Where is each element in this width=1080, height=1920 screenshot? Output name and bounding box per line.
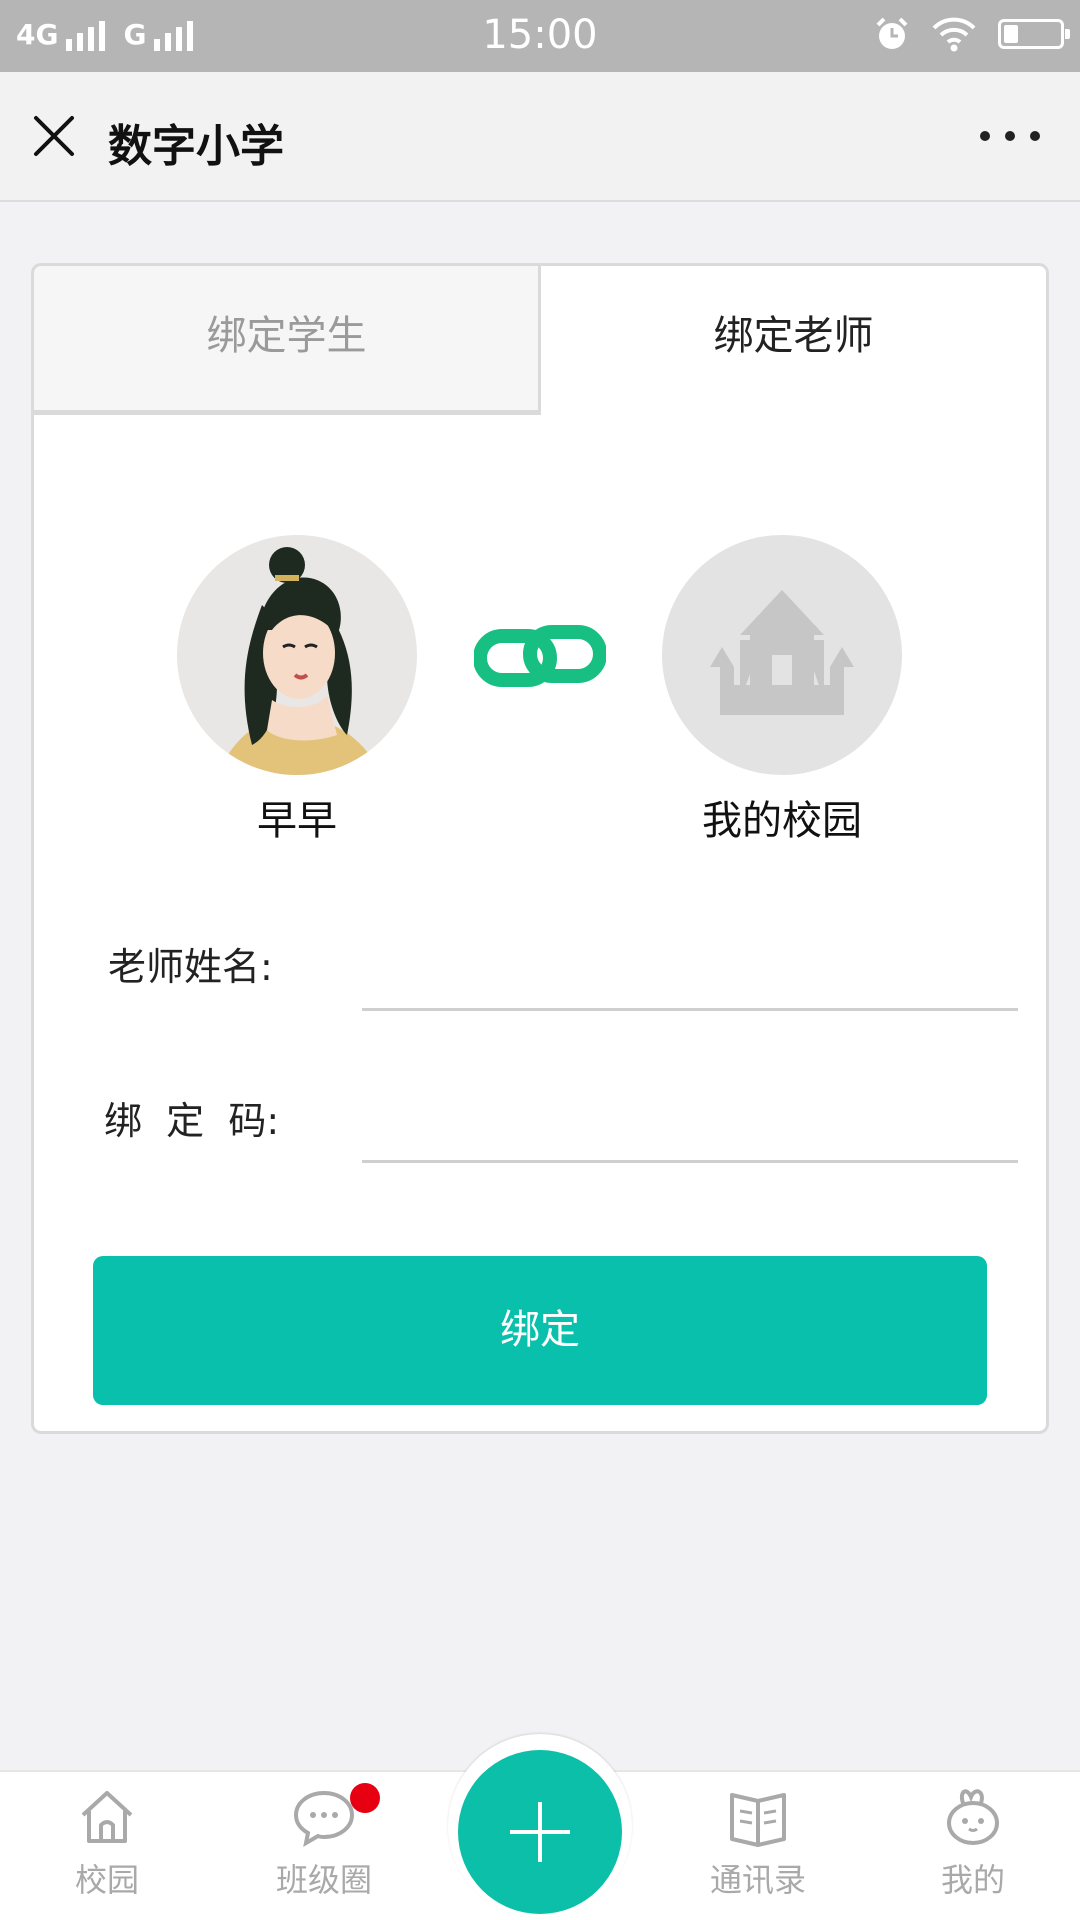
notification-badge xyxy=(350,1783,380,1813)
nav-bar: 数字小学 xyxy=(0,72,1080,202)
bind-code-underline xyxy=(362,1160,1018,1163)
campus-name: 我的校园 xyxy=(702,798,862,844)
tab-class-circle[interactable]: 班级圈 xyxy=(244,1785,404,1901)
profile-icon xyxy=(947,1789,999,1845)
status-icons xyxy=(874,16,1070,52)
bind-code-input[interactable] xyxy=(362,1090,1018,1160)
teacher-name-input[interactable] xyxy=(362,938,1018,1008)
teacher-name-label: 老师姓名: xyxy=(108,945,273,989)
home-icon xyxy=(81,1791,133,1843)
tab-divider xyxy=(31,412,541,415)
bind-button[interactable]: 绑定 xyxy=(93,1256,987,1405)
book-icon xyxy=(730,1793,786,1847)
add-button[interactable] xyxy=(458,1750,622,1914)
tab-contacts-label: 通讯录 xyxy=(709,1861,806,1899)
bind-code-label: 绑 定 码: xyxy=(104,1099,280,1143)
close-icon[interactable] xyxy=(30,112,78,160)
battery-icon xyxy=(998,19,1070,49)
tab-contacts[interactable]: 通讯录 xyxy=(678,1785,838,1901)
campus-avatar xyxy=(662,535,902,775)
wifi-icon xyxy=(932,17,976,52)
more-icon[interactable] xyxy=(980,116,1040,156)
chat-icon xyxy=(293,1790,355,1847)
tab-campus[interactable]: 校园 xyxy=(27,1785,187,1901)
avatar-image xyxy=(177,535,417,775)
alarm-icon xyxy=(876,17,908,49)
tab-campus-label: 校园 xyxy=(74,1861,139,1899)
status-bar: 4G G 15:00 xyxy=(0,0,1080,72)
tab-mine-label: 我的 xyxy=(940,1861,1005,1899)
tab-class-circle-label: 班级圈 xyxy=(275,1861,372,1899)
plus-icon xyxy=(510,1802,570,1862)
castle-icon xyxy=(710,590,854,715)
tab-bind-student[interactable]: 绑定学生 xyxy=(31,263,539,413)
tab-bind-teacher[interactable]: 绑定老师 xyxy=(538,263,1049,415)
link-icon xyxy=(474,625,606,687)
teacher-name-underline xyxy=(362,1008,1018,1011)
tab-mine[interactable]: 我的 xyxy=(893,1785,1053,1901)
avatar xyxy=(177,535,417,775)
page-title: 数字小学 xyxy=(108,121,284,172)
user-name: 早早 xyxy=(257,798,337,844)
